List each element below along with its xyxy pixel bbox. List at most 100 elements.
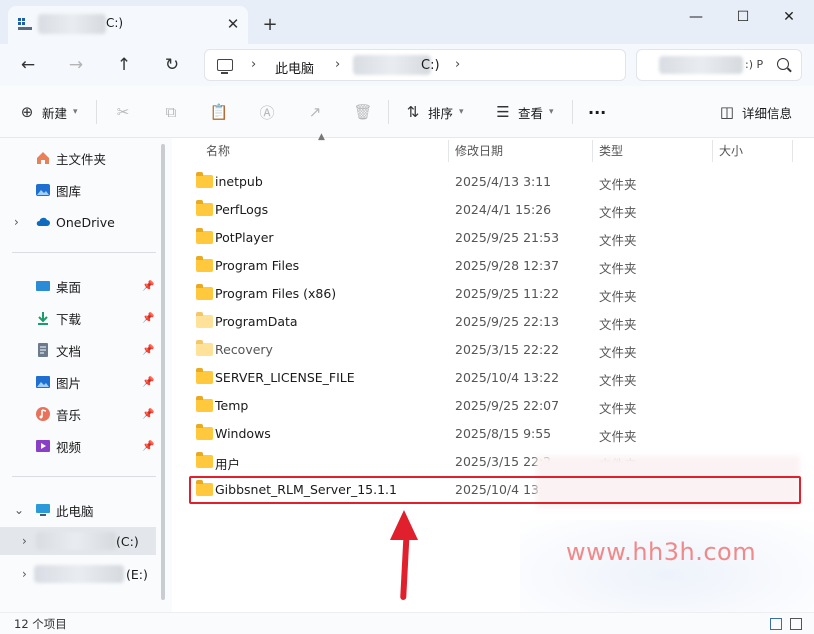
details-button[interactable]: ◫ 详细信息: [718, 100, 792, 124]
minimize-button[interactable]: —: [673, 4, 719, 30]
folder-icon: [196, 284, 213, 300]
details-view-icon[interactable]: [770, 618, 782, 630]
up-button[interactable]: ↑: [110, 52, 138, 78]
folder-icon: [196, 396, 213, 412]
table-row[interactable]: Program Files 2025/9/28 12:37 文件夹: [176, 252, 804, 280]
sidebar-item-this-pc[interactable]: ⌄ 此电脑: [0, 496, 156, 524]
sidebar-item-label: 图片: [56, 375, 82, 391]
folder-icon: [196, 256, 213, 272]
pin-icon[interactable]: 📌: [142, 441, 154, 452]
sidebar-item-pictures[interactable]: 图片 📌: [0, 368, 156, 396]
column-header-name[interactable]: 名称: [206, 138, 230, 162]
clipboard-icon: 📋: [209, 103, 229, 121]
tab-title: C:): [106, 16, 124, 30]
breadcrumb-this-pc[interactable]: 此电脑: [275, 58, 314, 77]
sort-ascending-icon: ▲: [318, 132, 325, 142]
delete-button[interactable]: 🗑: [353, 100, 372, 124]
chevron-right-icon[interactable]: ›: [22, 567, 27, 581]
table-row[interactable]: SERVER_LICENSE_FILE 2025/10/4 13:22 文件夹: [176, 364, 804, 392]
tab-drive-c[interactable]: C:) ✕: [8, 6, 248, 44]
column-divider[interactable]: [792, 140, 793, 162]
sidebar-item-label: OneDrive: [56, 214, 115, 230]
file-name: Temp: [215, 398, 249, 413]
chevron-right-icon[interactable]: ›: [14, 215, 19, 229]
pin-icon[interactable]: 📌: [142, 409, 154, 420]
view-button[interactable]: ☰ 查看 ▾: [494, 100, 553, 124]
table-row[interactable]: inetpub 2025/4/13 3:11 文件夹: [176, 168, 804, 196]
pin-icon[interactable]: 📌: [142, 281, 154, 292]
pin-icon[interactable]: 📌: [142, 377, 154, 388]
column-divider[interactable]: [712, 140, 713, 162]
column-header-date[interactable]: 修改日期: [455, 138, 503, 162]
table-row[interactable]: Recovery 2025/3/15 22:22 文件夹: [176, 336, 804, 364]
sidebar-item-drive-e[interactable]: › (E:): [0, 560, 156, 588]
sidebar-item-desktop[interactable]: 桌面 📌: [0, 272, 156, 300]
more-label: ···: [588, 102, 607, 122]
pin-icon[interactable]: 📌: [142, 313, 154, 324]
desktop-icon: [36, 281, 50, 291]
column-divider[interactable]: [592, 140, 593, 162]
status-bar: 12 个项目: [0, 612, 814, 634]
table-row[interactable]: Temp 2025/9/25 22:07 文件夹: [176, 392, 804, 420]
table-row[interactable]: PerfLogs 2024/4/1 15:26 文件夹: [176, 196, 804, 224]
cut-button[interactable]: ✂: [114, 100, 132, 124]
refresh-button[interactable]: ↻: [158, 52, 186, 78]
file-type: 文件夹: [599, 177, 637, 192]
sidebar-item-downloads[interactable]: 下载 📌: [0, 304, 156, 332]
address-bar[interactable]: › 此电脑 › C:) ›: [204, 49, 626, 81]
forward-button[interactable]: →: [62, 52, 90, 78]
sidebar-item-videos[interactable]: 视频 📌: [0, 432, 156, 460]
copy-button[interactable]: ⧉: [162, 100, 180, 124]
column-header-size[interactable]: 大小: [719, 138, 743, 162]
redacted-text: [38, 14, 106, 34]
paste-button[interactable]: 📋: [209, 100, 229, 124]
sidebar-item-drive-c[interactable]: › (C:): [0, 527, 156, 555]
sidebar-item-onedrive[interactable]: › OneDrive: [0, 208, 156, 236]
file-date: 2025/9/25 21:53: [455, 230, 560, 245]
sidebar-item-home[interactable]: 主文件夹: [0, 144, 156, 172]
scissors-icon: ✂: [116, 103, 130, 121]
search-input[interactable]: :) P: [636, 49, 802, 81]
search-icon[interactable]: [777, 58, 789, 70]
chevron-right-icon[interactable]: ›: [22, 534, 27, 548]
sort-button[interactable]: ⇅ 排序 ▾: [404, 100, 464, 124]
table-row[interactable]: Program Files (x86) 2025/9/25 11:22 文件夹: [176, 280, 804, 308]
close-icon[interactable]: ✕: [222, 13, 244, 35]
share-button[interactable]: ↗: [306, 100, 324, 124]
pin-icon[interactable]: 📌: [142, 345, 154, 356]
maximize-button[interactable]: ☐: [720, 4, 766, 30]
rename-button[interactable]: Ⓐ: [258, 100, 276, 124]
chevron-right-icon: ›: [455, 57, 461, 72]
sidebar-item-documents[interactable]: 文档 📌: [0, 336, 156, 364]
scrollbar[interactable]: [161, 144, 165, 600]
divider: [96, 100, 97, 124]
address-row: ← → ↑ ↻ › 此电脑 › C:) › :) P: [0, 44, 814, 86]
rename-icon: Ⓐ: [259, 103, 275, 122]
new-button[interactable]: ⊕ 新建 ▾: [18, 100, 78, 124]
chevron-down-icon[interactable]: ⌄: [14, 503, 24, 517]
file-date: 2024/4/1 15:26: [455, 202, 552, 217]
folder-icon: [196, 172, 213, 188]
table-row[interactable]: PotPlayer 2025/9/25 21:53 文件夹: [176, 224, 804, 252]
tiles-view-icon[interactable]: [790, 618, 802, 630]
pictures-icon: [36, 376, 50, 388]
close-window-button[interactable]: ✕: [766, 4, 812, 30]
sidebar-item-gallery[interactable]: 图库: [0, 176, 156, 204]
file-name: Program Files (x86): [215, 286, 337, 301]
command-bar: ⊕ 新建 ▾ ✂ ⧉ 📋 Ⓐ ↗ 🗑 ⇅ 排序 ▾ ☰ 查看 ▾ ··· ◫ 详…: [0, 86, 814, 138]
table-row[interactable]: Windows 2025/8/15 9:55 文件夹: [176, 420, 804, 448]
breadcrumb-drive[interactable]: C:): [421, 58, 440, 73]
new-tab-button[interactable]: +: [258, 12, 282, 36]
back-button[interactable]: ←: [14, 52, 42, 78]
file-date: 2025/9/25 22:13: [455, 314, 560, 329]
file-name: inetpub: [215, 174, 263, 189]
sidebar-item-music[interactable]: 音乐 📌: [0, 400, 156, 428]
folder-icon: [196, 340, 213, 356]
folder-icon: [196, 368, 213, 384]
folder-icon: [196, 312, 213, 328]
column-header-type[interactable]: 类型: [599, 138, 623, 162]
table-row[interactable]: ProgramData 2025/9/25 22:13 文件夹: [176, 308, 804, 336]
more-button[interactable]: ···: [588, 100, 606, 124]
column-divider[interactable]: [448, 140, 449, 162]
file-type: 文件夹: [599, 205, 637, 220]
